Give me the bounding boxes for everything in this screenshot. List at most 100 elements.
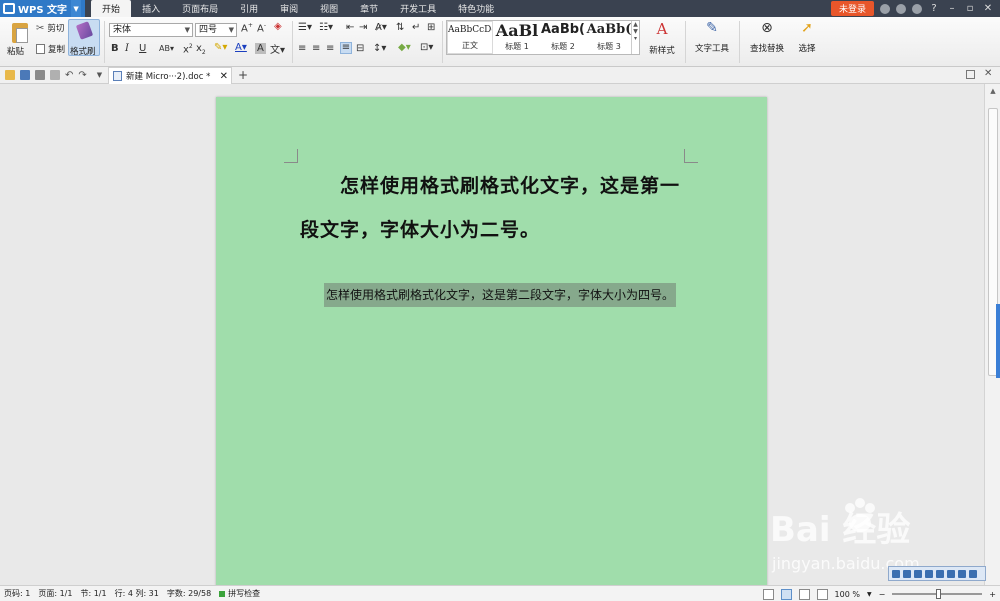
save-icon[interactable] <box>20 70 30 80</box>
shading-icon[interactable]: ◆▾ <box>398 42 411 53</box>
scroll-up-icon[interactable]: ▲ <box>985 84 1000 98</box>
zoom-slider[interactable] <box>892 589 983 599</box>
border-icon[interactable]: ⊡▾ <box>420 42 433 53</box>
login-button[interactable]: 未登录 <box>830 1 874 16</box>
numbered-list-icon[interactable]: ☷▾ <box>319 22 333 33</box>
toolbar-icon[interactable] <box>969 569 977 578</box>
align-center-icon[interactable]: ≡ <box>312 43 320 54</box>
print-icon[interactable] <box>35 70 45 80</box>
paragraph-selected[interactable]: 怎样使用格式刷格式化文字，这是第二段文字，字体大小为四号。 <box>324 283 677 307</box>
skin-icon[interactable] <box>912 3 922 14</box>
bold-button[interactable]: B <box>111 43 119 54</box>
select-button[interactable]: ➚ 选择 <box>792 20 822 54</box>
styles-scroll[interactable]: ▲ ▼ ▾ <box>631 21 639 54</box>
clock-icon[interactable] <box>896 3 906 14</box>
line-spacing-icon[interactable]: ↕▾ <box>373 43 386 54</box>
subscript-icon[interactable]: x2 <box>196 43 206 56</box>
status-word-count[interactable]: 字数: 29/58 <box>167 588 211 599</box>
phonetic-icon[interactable]: 文▾ <box>270 41 285 56</box>
style-normal[interactable]: AaBbCcDd 正文 <box>447 21 493 54</box>
toolbar-icon[interactable] <box>958 569 966 578</box>
find-replace-button[interactable]: ⊗ 查找替换 <box>744 20 790 54</box>
redo-icon[interactable]: ↷ <box>78 70 86 81</box>
highlight-icon[interactable]: ✎▾ <box>214 42 227 53</box>
tab-section[interactable]: 章节 <box>349 0 389 17</box>
toolbar-icon[interactable] <box>892 569 900 578</box>
tab-view[interactable]: 视图 <box>309 0 349 17</box>
outline-view-icon[interactable] <box>798 588 810 600</box>
paste-button[interactable]: 粘贴 <box>2 19 34 59</box>
spell-check-button[interactable]: 拼写检查 <box>219 588 260 599</box>
tab-home[interactable]: 开始 <box>91 0 132 17</box>
align-left-icon[interactable]: ≡ <box>298 43 306 54</box>
web-view-icon[interactable] <box>816 588 828 600</box>
bullet-list-icon[interactable]: ☰▾ <box>298 22 312 33</box>
tab-features[interactable]: 特色功能 <box>447 0 505 17</box>
style-heading-3[interactable]: AaBb( 标题 3 <box>586 21 632 54</box>
customize-icon[interactable]: ▼ <box>97 71 102 79</box>
text-direction-icon[interactable]: A̷▾ <box>375 22 387 33</box>
decrease-indent-icon[interactable]: ⇤ <box>346 22 354 33</box>
style-heading-1[interactable]: AaBl 标题 1 <box>494 21 540 54</box>
app-menu-button[interactable]: WPS 文字 ▼ <box>0 0 86 17</box>
minimize-icon[interactable]: – <box>946 3 958 14</box>
paragraph-heading[interactable]: 怎样使用格式刷格式化文字，这是第一段文字，字体大小为二号。 <box>300 164 692 252</box>
close-doc-icon[interactable]: ✕ <box>984 68 992 79</box>
distributed-icon[interactable]: ⊟ <box>356 43 364 54</box>
toolbar-icon[interactable] <box>947 569 955 578</box>
line-break-icon[interactable]: ↵ <box>412 22 420 33</box>
strikethrough-icon[interactable]: AB▾ <box>159 44 174 53</box>
zoom-value[interactable]: 100 % <box>835 590 860 599</box>
align-right-icon[interactable]: ≡ <box>326 43 334 54</box>
restore-icon[interactable]: ▫ <box>964 3 976 14</box>
italic-button[interactable]: I <box>125 43 129 54</box>
font-size-select[interactable]: 四号 ▼ <box>195 23 237 37</box>
zoom-out-icon[interactable]: − <box>879 590 886 599</box>
new-style-button[interactable]: A 新样式 <box>644 20 680 56</box>
tab-page-layout[interactable]: 页面布局 <box>171 0 229 17</box>
document-page[interactable]: 怎样使用格式刷格式化文字，这是第一段文字，字体大小为二号。 怎样使用格式刷格式化… <box>216 97 767 585</box>
toolbar-icon[interactable] <box>903 569 911 578</box>
close-icon[interactable]: ✕ <box>982 3 994 14</box>
undo-icon[interactable]: ↶ <box>65 70 73 81</box>
settings-icon[interactable] <box>880 3 890 14</box>
char-shading-icon[interactable]: A <box>255 43 266 54</box>
fullscreen-view-icon[interactable] <box>762 588 774 600</box>
restore-doc-icon[interactable] <box>966 70 975 79</box>
help-icon[interactable]: ? <box>928 3 940 14</box>
print-preview-icon[interactable] <box>50 70 60 80</box>
tab-review[interactable]: 审阅 <box>269 0 309 17</box>
zoom-in-icon[interactable]: + <box>989 590 996 599</box>
clear-format-icon[interactable]: ◈ <box>274 21 282 32</box>
tab-developer[interactable]: 开发工具 <box>389 0 447 17</box>
underline-button[interactable]: U <box>139 43 146 54</box>
side-panel-tab[interactable] <box>996 304 1000 378</box>
toolbar-icon[interactable] <box>936 569 944 578</box>
toolbar-icon[interactable] <box>925 569 933 578</box>
show-marks-icon[interactable]: ⊞ <box>427 22 435 33</box>
font-name-select[interactable]: 宋体 ▼ <box>109 23 193 37</box>
sort-icon[interactable]: ⇅ <box>396 22 404 33</box>
grow-font-icon[interactable]: A+ <box>241 22 253 34</box>
floating-toolbar[interactable] <box>888 566 986 581</box>
close-tab-icon[interactable]: ✕ <box>220 71 228 82</box>
new-tab-icon[interactable]: + <box>238 68 248 82</box>
style-heading-2[interactable]: AaBb( 标题 2 <box>540 21 586 54</box>
shrink-font-icon[interactable]: A- <box>257 22 266 34</box>
increase-indent-icon[interactable]: ⇥ <box>359 22 367 33</box>
font-color-icon[interactable]: A▾ <box>235 42 247 53</box>
text-tools-button[interactable]: ✎ 文字工具 <box>690 20 734 54</box>
zoom-slider-knob[interactable] <box>936 589 942 599</box>
copy-button[interactable]: 复制 <box>36 43 65 55</box>
justify-icon[interactable]: ≡ <box>340 42 352 54</box>
page-view-icon[interactable] <box>780 588 792 600</box>
open-icon[interactable] <box>5 70 15 80</box>
document-tab[interactable]: 新建 Micro···2).doc * ✕ <box>108 67 232 84</box>
format-painter-button[interactable]: 格式刷 <box>68 19 100 57</box>
tab-insert[interactable]: 插入 <box>131 0 171 17</box>
tab-references[interactable]: 引用 <box>229 0 269 17</box>
chevron-down-icon[interactable]: ▼ <box>71 0 82 17</box>
chevron-down-icon[interactable]: ▼ <box>867 591 872 598</box>
superscript-icon[interactable]: x2 <box>183 43 193 55</box>
cut-button[interactable]: ✂ 剪切 <box>36 22 64 35</box>
